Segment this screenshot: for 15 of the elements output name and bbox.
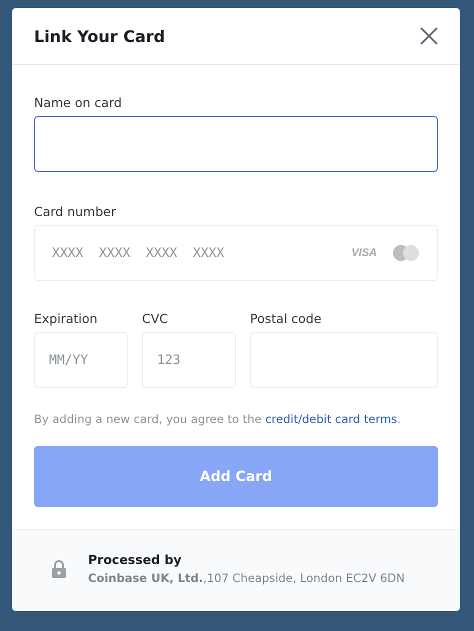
processor-title: Processed by bbox=[88, 552, 183, 567]
field-label: Expiration bbox=[34, 311, 98, 326]
dialog-title: Link Your Card bbox=[34, 26, 166, 46]
input-field[interactable] bbox=[34, 116, 438, 172]
close-icon[interactable] bbox=[420, 27, 438, 45]
field-label: Card number bbox=[34, 204, 118, 219]
field-label: Name on card bbox=[34, 95, 123, 110]
terms-link[interactable]: credit/debit card terms bbox=[265, 412, 398, 426]
field-label: Postal code bbox=[250, 311, 322, 326]
lock-icon bbox=[52, 560, 66, 578]
card-circles-icon bbox=[391, 243, 421, 263]
terms-text: By adding a new card, you agree to the credit/debit card terms. bbox=[34, 412, 402, 426]
field-label: CVC bbox=[142, 311, 170, 326]
processor-address: Coinbase UK, Ltd.,107 Cheapside, London EC2V 6DN bbox=[88, 571, 405, 585]
card-brand: VISA bbox=[351, 247, 377, 259]
